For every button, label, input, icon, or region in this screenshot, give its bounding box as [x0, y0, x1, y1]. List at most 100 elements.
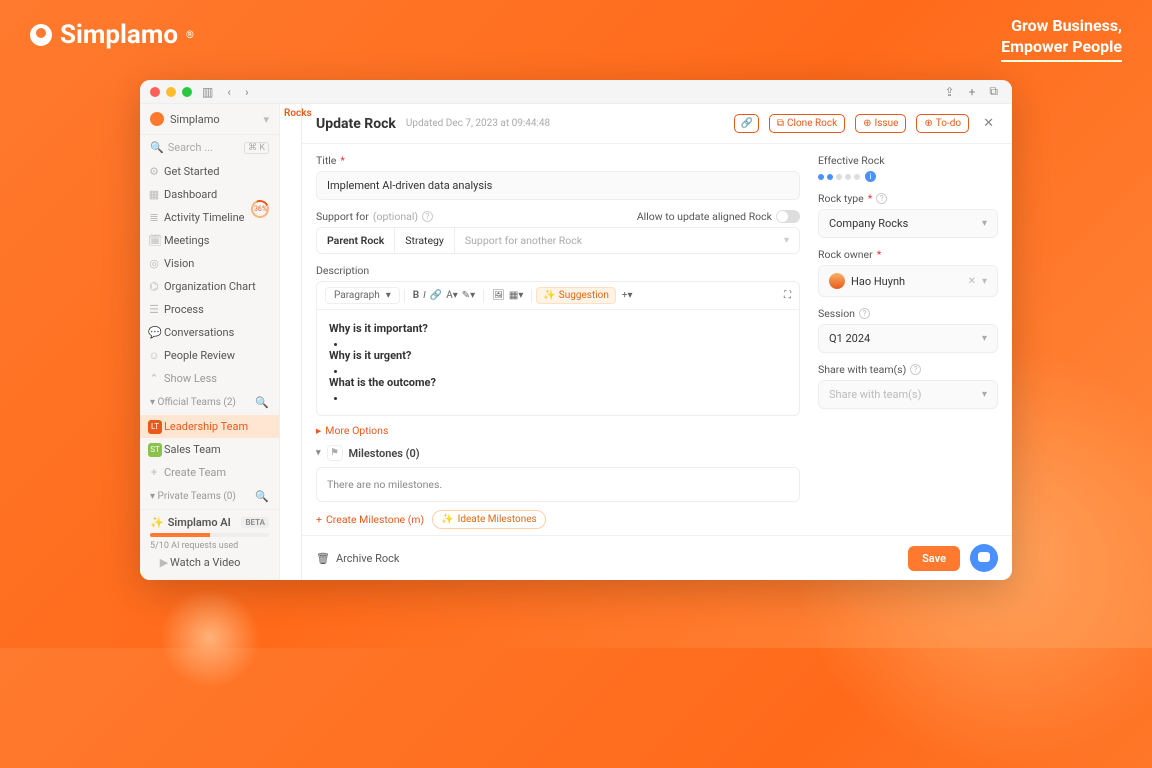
calendar-icon: 🗓 — [148, 234, 160, 247]
sidebar-item-process[interactable]: ☰Process — [140, 298, 279, 321]
page-title: Update Rock — [316, 116, 396, 132]
image-button[interactable]: 🖼 — [492, 290, 505, 301]
rocks-tab[interactable]: Rocks — [284, 108, 312, 119]
table-button[interactable]: ▦▾ — [509, 290, 523, 301]
timeline-icon: ≣ — [148, 211, 160, 224]
rock-type-select[interactable]: Company Rocks▾ — [818, 209, 998, 238]
link-button[interactable]: 🔗 — [430, 290, 442, 301]
plus-icon: + — [316, 513, 322, 526]
description-label: Description — [316, 264, 800, 277]
milestones-empty: There are no milestones. — [316, 467, 800, 502]
milestones-section[interactable]: ▾⚑Milestones (0) — [316, 445, 800, 461]
search-icon[interactable]: 🔍 — [255, 396, 269, 409]
app-window: ▥ ‹ › ⇪ + ⧉ Simplamo ▾ 🔍 Search ... ⌘ K … — [140, 80, 1012, 580]
allow-update-toggle[interactable] — [776, 210, 800, 223]
issue-button[interactable]: ⊕Issue — [855, 114, 906, 133]
rock-owner-select[interactable]: Hao Huynh ✕▾ — [818, 265, 998, 297]
show-less-button[interactable]: ⌃Show Less — [140, 367, 279, 390]
text-color-button[interactable]: A▾ — [446, 290, 458, 301]
ai-section[interactable]: ✨ Simplamo AI BETA — [150, 516, 269, 529]
minimize-dot[interactable] — [166, 87, 176, 97]
chevron-down-icon: ▾ — [386, 290, 391, 301]
copy-icon[interactable]: ⧉ — [985, 84, 1002, 99]
search-icon[interactable]: 🔍 — [255, 490, 269, 503]
sparkle-icon: ✨ — [150, 516, 164, 529]
share-teams-select[interactable]: Share with team(s)▾ — [818, 380, 998, 409]
sparkle-icon: ✨ — [543, 290, 555, 301]
bg-decoration — [160, 588, 260, 688]
session-select[interactable]: Q1 2024▾ — [818, 324, 998, 353]
target-icon: ◎ — [148, 257, 160, 270]
sidebar-item-get-started[interactable]: ⚙Get Started — [140, 160, 279, 183]
italic-button[interactable]: I — [423, 290, 426, 301]
effective-rock-rating[interactable]: i — [818, 171, 998, 182]
sidebar-toggle-icon[interactable]: ▥ — [198, 85, 217, 99]
sidebar-item-people-review[interactable]: ☺People Review — [140, 344, 279, 367]
team-leadership[interactable]: LTLeadership Team — [140, 415, 279, 438]
ideate-milestones-button[interactable]: ✨Ideate Milestones — [432, 510, 546, 529]
clone-rock-button[interactable]: ⧉Clone Rock — [769, 114, 845, 133]
todo-button[interactable]: ⊕To-do — [916, 114, 969, 133]
editor-content[interactable]: Why is it important? Why is it urgent? W… — [317, 310, 799, 415]
create-team-button[interactable]: +Create Team — [140, 461, 279, 484]
chevron-down-icon: ▾ — [982, 218, 987, 229]
panel-footer: 🗑Archive Rock Save — [302, 535, 1012, 580]
save-button[interactable]: Save — [908, 546, 960, 571]
seg-strategy[interactable]: Strategy — [395, 228, 455, 253]
archive-button[interactable]: 🗑Archive Rock — [316, 552, 399, 565]
nav-back-icon[interactable]: ‹ — [223, 85, 235, 99]
chat-fab[interactable] — [970, 544, 998, 572]
workspace-switcher[interactable]: Simplamo ▾ — [140, 104, 279, 135]
support-for-label: Support for (optional) ? — [316, 210, 433, 223]
suggestion-button[interactable]: ✨Suggestion — [536, 287, 616, 304]
link-button[interactable]: 🔗 — [734, 114, 758, 133]
share-icon[interactable]: ⇪ — [941, 85, 959, 99]
more-options-button[interactable]: ▸More Options — [316, 424, 800, 437]
brand-icon — [30, 24, 52, 46]
milestone-icon: ⚑ — [327, 445, 343, 461]
workspace-icon — [150, 112, 164, 126]
help-icon[interactable]: ? — [859, 308, 870, 319]
workspace-name: Simplamo — [170, 113, 220, 126]
chevron-up-icon: ⌃ — [148, 372, 160, 385]
create-milestone-button[interactable]: +Create Milestone (m) — [316, 513, 424, 526]
setting[interactable]: ⚙Setting — [150, 574, 269, 580]
caret-down-icon: ▾ — [316, 448, 321, 458]
close-button[interactable]: ✕ — [979, 116, 998, 131]
close-dot[interactable] — [150, 87, 160, 97]
info-icon[interactable]: i — [865, 171, 876, 182]
grid-icon: ▦ — [148, 188, 160, 201]
add-icon[interactable]: + — [965, 85, 980, 99]
highlight-button[interactable]: ✎▾ — [462, 290, 475, 301]
private-teams-header[interactable]: ▾ Private Teams (0)🔍 — [140, 484, 279, 509]
sidebar-item-meetings[interactable]: 🗓Meetings — [140, 229, 279, 252]
zoom-dot[interactable] — [182, 87, 192, 97]
official-teams-header[interactable]: ▾ Official Teams (2)🔍 — [140, 390, 279, 415]
search-placeholder: Search ... — [168, 141, 240, 154]
window-titlebar: ▥ ‹ › ⇪ + ⧉ — [140, 80, 1012, 104]
nav-forward-icon[interactable]: › — [241, 85, 253, 99]
sidebar-item-org-chart[interactable]: ⌬Organization Chart — [140, 275, 279, 298]
seg-parent-rock[interactable]: Parent Rock — [317, 228, 395, 253]
sidebar-item-vision[interactable]: ◎Vision — [140, 252, 279, 275]
ai-usage-text: 5/10 AI requests used — [150, 541, 269, 551]
support-select[interactable]: Support for another Rock▾ — [455, 228, 799, 253]
watch-video[interactable]: ▶Watch a Video — [150, 551, 269, 574]
expand-icon[interactable]: ⛶ — [784, 290, 791, 301]
brand-name: Simplamo — [60, 20, 178, 50]
clear-icon[interactable]: ✕ — [968, 276, 976, 287]
bold-button[interactable]: B — [413, 290, 419, 301]
help-icon[interactable]: ? — [910, 364, 921, 375]
help-icon[interactable]: ? — [422, 211, 433, 222]
help-icon[interactable]: ? — [876, 193, 887, 204]
team-sales[interactable]: STSales Team — [140, 438, 279, 461]
sidebar-item-dashboard[interactable]: ▦Dashboard — [140, 183, 279, 206]
sidebar-item-activity[interactable]: ≣Activity Timeline — [140, 206, 279, 229]
search-input[interactable]: 🔍 Search ... ⌘ K — [140, 135, 279, 160]
more-insert-button[interactable]: +▾ — [622, 290, 633, 301]
list-icon: ☰ — [148, 303, 160, 316]
title-input[interactable] — [316, 171, 800, 200]
sidebar-item-conversations[interactable]: 💬Conversations — [140, 321, 279, 344]
paragraph-select[interactable]: Paragraph▾ — [325, 287, 400, 304]
search-shortcut: ⌘ K — [244, 142, 269, 154]
